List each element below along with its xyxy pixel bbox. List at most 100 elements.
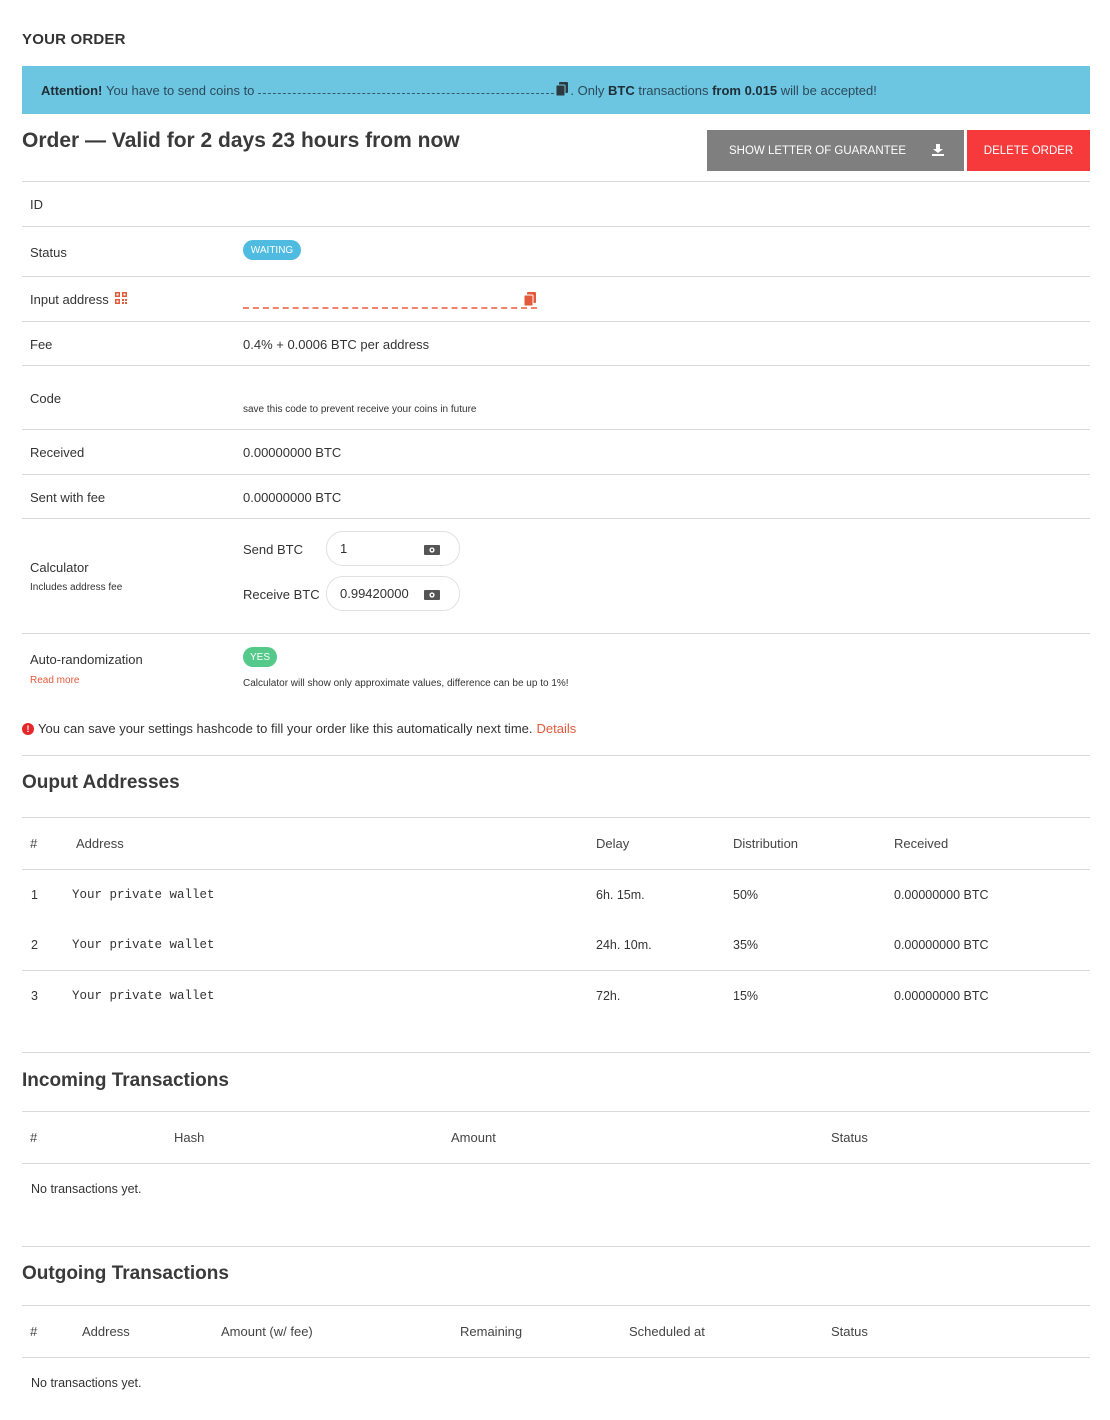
output-received: 0.00000000 BTC xyxy=(894,888,989,902)
received-label: Received xyxy=(30,445,85,460)
attention-alert: Attention! You have to send coins to . O… xyxy=(22,66,1090,114)
alert-min-amount: from 0.015 xyxy=(712,82,778,98)
read-more-link[interactable]: Read more xyxy=(30,675,79,686)
autorand-label: Auto-randomization xyxy=(30,652,143,667)
cash-icon xyxy=(424,543,440,558)
output-received: 0.00000000 BTC xyxy=(894,989,989,1003)
incoming-header-amount: Amount xyxy=(451,1130,496,1145)
outgoing-header-amount: Amount (w/ fee) xyxy=(221,1324,313,1339)
output-num: 2 xyxy=(31,938,38,952)
divider xyxy=(22,1163,1090,1164)
output-distribution: 50% xyxy=(733,888,759,902)
output-address[interactable]: Your private wallet xyxy=(72,938,215,952)
code-hint: save this code to prevent receive your c… xyxy=(243,404,477,415)
order-title: Order — Valid for 2 days 23 hours from n… xyxy=(22,129,460,152)
calculator-sub: Includes address fee xyxy=(30,582,123,593)
approx-note: Calculator will show only approximate va… xyxy=(243,678,569,689)
send-btc-input[interactable]: 1 xyxy=(326,531,460,566)
outputs-header-distribution: Distribution xyxy=(733,836,799,851)
incoming-header-status: Status xyxy=(831,1130,868,1145)
divider xyxy=(22,1305,1090,1306)
divider xyxy=(22,226,1090,227)
alert-text-before: You have to send coins to xyxy=(106,82,255,98)
alert-attention: Attention! xyxy=(41,82,103,98)
outgoing-header-remaining: Remaining xyxy=(460,1324,523,1339)
fee-value: 0.4% + 0.0006 BTC per address xyxy=(243,337,430,352)
send-btc-label: Send BTC xyxy=(243,542,303,557)
output-distribution: 35% xyxy=(733,938,759,952)
output-address[interactable]: Your private wallet xyxy=(72,989,215,1003)
divider xyxy=(22,321,1090,322)
incoming-header-hash: Hash xyxy=(174,1130,205,1145)
output-num: 1 xyxy=(31,888,38,902)
guarantee-button-label: SHOW LETTER OF GUARANTEE xyxy=(729,144,906,157)
divider xyxy=(22,1246,1090,1247)
delete-order-button[interactable]: DELETE ORDER xyxy=(967,130,1090,171)
divider xyxy=(22,518,1090,519)
id-label: ID xyxy=(30,197,43,212)
download-icon xyxy=(932,144,944,159)
copy-icon[interactable] xyxy=(555,81,569,99)
autorand-badge[interactable]: YES xyxy=(243,647,277,667)
divider xyxy=(22,365,1090,366)
status-label: Status xyxy=(30,245,67,260)
sent-label: Sent with fee xyxy=(30,490,106,505)
cash-icon xyxy=(424,588,440,603)
divider xyxy=(22,970,1090,971)
alert-text-after: will be accepted! xyxy=(780,82,877,98)
details-link[interactable]: Details xyxy=(537,721,577,736)
divider xyxy=(22,1052,1090,1053)
copy-icon[interactable] xyxy=(523,292,536,309)
receive-btc-label: Receive BTC xyxy=(243,587,320,602)
page-heading: YOUR ORDER xyxy=(22,31,126,48)
input-address-field[interactable] xyxy=(243,291,537,309)
alert-address-slot[interactable] xyxy=(258,80,555,94)
receive-btc-input[interactable]: 0.99420000 xyxy=(326,576,460,611)
fee-label: Fee xyxy=(30,337,53,352)
incoming-header-num: # xyxy=(30,1130,38,1145)
notice-text: You can save your settings hashcode to f… xyxy=(38,721,533,736)
alert-text-only: . Only xyxy=(570,82,605,98)
output-distribution: 15% xyxy=(733,989,759,1003)
sent-value: 0.00000000 BTC xyxy=(243,490,342,505)
output-num: 3 xyxy=(31,989,38,1003)
output-received: 0.00000000 BTC xyxy=(894,938,989,952)
divider xyxy=(22,1111,1090,1112)
outgoing-title: Outgoing Transactions xyxy=(22,1263,229,1284)
status-badge: WAITING xyxy=(243,240,301,260)
incoming-empty: No transactions yet. xyxy=(31,1182,142,1196)
input-address-text: Input address xyxy=(30,292,109,307)
show-guarantee-button[interactable]: SHOW LETTER OF GUARANTEE xyxy=(707,130,964,171)
calculator-label: Calculator xyxy=(30,560,89,575)
settings-notice: ! You can save your settings hashcode to… xyxy=(22,721,576,736)
output-delay: 72h. xyxy=(596,989,621,1003)
outputs-header-delay: Delay xyxy=(596,836,630,851)
receive-btc-value: 0.99420000 xyxy=(340,586,409,601)
alert-coin: BTC xyxy=(608,82,635,98)
divider xyxy=(22,755,1090,756)
code-label: Code xyxy=(30,391,62,406)
output-address[interactable]: Your private wallet xyxy=(72,888,215,902)
output-delay: 6h. 15m. xyxy=(596,888,645,902)
outgoing-empty: No transactions yet. xyxy=(31,1376,142,1390)
outgoing-header-status: Status xyxy=(831,1324,868,1339)
alert-text-transactions: transactions xyxy=(638,82,709,98)
outgoing-header-address: Address xyxy=(82,1324,130,1339)
divider xyxy=(22,474,1090,475)
send-btc-value: 1 xyxy=(340,541,348,556)
divider xyxy=(22,633,1090,634)
outputs-header-address: Address xyxy=(76,836,124,851)
divider xyxy=(22,276,1090,277)
outgoing-header-num: # xyxy=(30,1324,38,1339)
divider xyxy=(22,429,1090,430)
divider xyxy=(22,1357,1090,1358)
incoming-title: Incoming Transactions xyxy=(22,1070,229,1091)
received-value: 0.00000000 BTC xyxy=(243,445,342,460)
outputs-header-num: # xyxy=(30,836,38,851)
outgoing-header-scheduled: Scheduled at xyxy=(629,1324,705,1339)
qr-code-icon[interactable] xyxy=(115,292,128,307)
output-delay: 24h. 10m. xyxy=(596,938,652,952)
outputs-title: Ouput Addresses xyxy=(22,772,180,793)
divider xyxy=(22,181,1090,182)
input-address-label: Input address xyxy=(30,292,128,308)
